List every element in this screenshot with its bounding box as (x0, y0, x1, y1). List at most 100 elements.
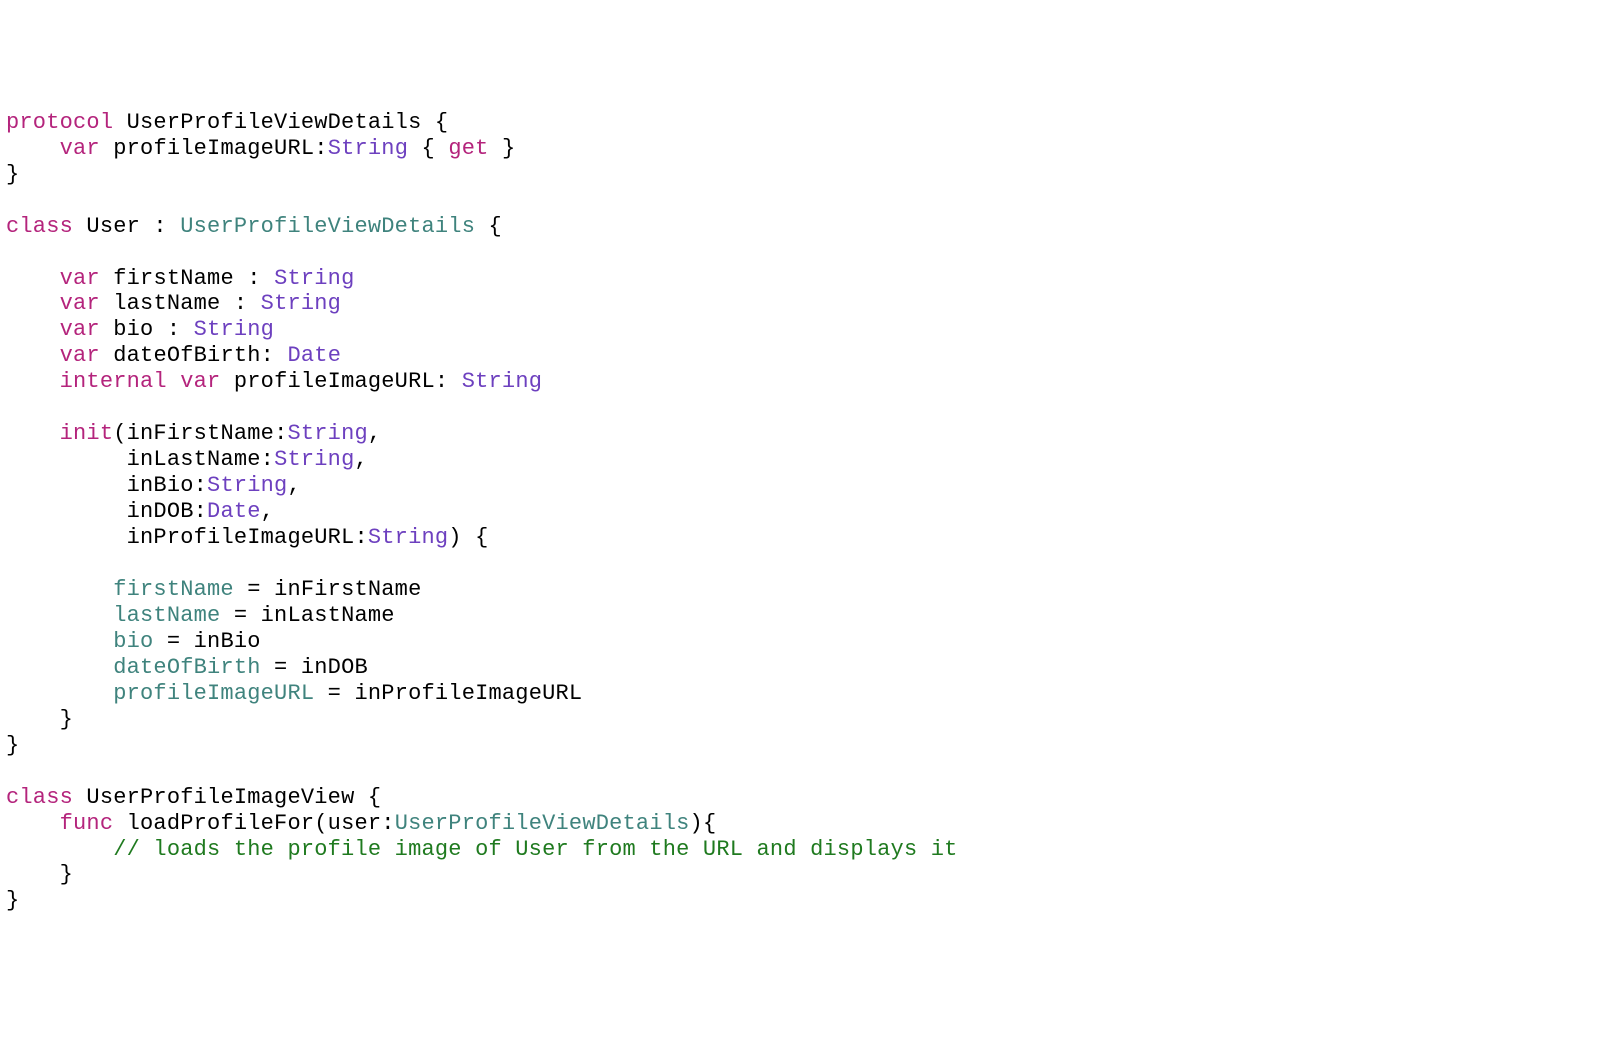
code-text (113, 110, 126, 135)
keyword: var (60, 343, 100, 368)
ident: firstName (113, 266, 234, 291)
code-text: , (287, 473, 300, 498)
code-text: { (421, 110, 448, 135)
ident: dateOfBirth (113, 343, 260, 368)
code-text: : (354, 525, 367, 550)
keyword: class (6, 785, 73, 810)
type-ref: Date (207, 499, 261, 524)
code-text: : (314, 136, 327, 161)
keyword: var (60, 136, 100, 161)
code-text: : (261, 343, 288, 368)
keyword: class (6, 214, 73, 239)
code-text: ( (113, 421, 126, 446)
code-text: , (368, 421, 381, 446)
keyword: var (180, 369, 220, 394)
code-text: ){ (690, 811, 717, 836)
keyword: var (60, 291, 100, 316)
comment: // loads the profile image of User from … (113, 837, 957, 862)
type-ref: UserProfileViewDetails (395, 811, 690, 836)
code-text (6, 136, 60, 161)
code-text: = (220, 603, 260, 628)
code-text (6, 317, 60, 342)
code-text: = (314, 681, 354, 706)
type-ref: String (287, 421, 367, 446)
type-ref: Date (287, 343, 341, 368)
code-text: = (234, 577, 274, 602)
code-text (6, 421, 60, 446)
ident: inFirstName (274, 577, 421, 602)
code-text (6, 473, 127, 498)
code-text (100, 136, 113, 161)
code-text: } (489, 136, 516, 161)
code-text: } (6, 733, 19, 758)
code-text: { (354, 785, 381, 810)
ident: profileImageURL (234, 369, 435, 394)
code-text (100, 291, 113, 316)
code-text: : (234, 266, 274, 291)
type-ref: String (274, 266, 354, 291)
code-text: } (6, 162, 19, 187)
ident: inDOB (127, 499, 194, 524)
ident: inProfileImageURL (354, 681, 582, 706)
keyword: get (448, 136, 488, 161)
code-text (6, 343, 60, 368)
code-text: : (220, 291, 260, 316)
code-text (6, 603, 113, 628)
code-text (6, 447, 127, 472)
keyword: var (60, 266, 100, 291)
code-text (100, 266, 113, 291)
code-text (167, 369, 180, 394)
code-text: = (153, 629, 193, 654)
ident: inProfileImageURL (127, 525, 355, 550)
type-ref: String (368, 525, 448, 550)
code-block: protocol UserProfileViewDetails { var pr… (6, 110, 1594, 915)
code-text: : (194, 473, 207, 498)
keyword: internal (60, 369, 167, 394)
code-text (6, 525, 127, 550)
code-text: } (6, 888, 19, 913)
code-text (6, 499, 127, 524)
keyword: func (60, 811, 114, 836)
keyword: init (60, 421, 114, 446)
ident: inLastName (127, 447, 261, 472)
member-ref: bio (113, 629, 153, 654)
code-text: : (274, 421, 287, 446)
code-text (6, 577, 113, 602)
type-decl: User (86, 214, 140, 239)
code-text (113, 811, 126, 836)
type-ref: UserProfileViewDetails (180, 214, 475, 239)
ident: lastName (113, 291, 220, 316)
code-text: { (475, 214, 502, 239)
code-text (100, 317, 113, 342)
code-text (6, 837, 113, 862)
code-text: ) { (448, 525, 488, 550)
keyword: protocol (6, 110, 113, 135)
ident: bio (113, 317, 153, 342)
code-text (6, 655, 113, 680)
code-text (73, 214, 86, 239)
member-ref: dateOfBirth (113, 655, 260, 680)
code-text: : (381, 811, 394, 836)
ident: inFirstName (127, 421, 274, 446)
ident: user (328, 811, 382, 836)
code-text: , (261, 499, 274, 524)
type-decl: UserProfileViewDetails (127, 110, 422, 135)
code-text (220, 369, 233, 394)
ident: inLastName (261, 603, 395, 628)
code-text: } (6, 707, 73, 732)
type-ref: String (207, 473, 287, 498)
code-text (73, 785, 86, 810)
type-ref: String (274, 447, 354, 472)
code-text (6, 369, 60, 394)
code-text (100, 343, 113, 368)
code-text: : (261, 447, 274, 472)
member-ref: lastName (113, 603, 220, 628)
ident: profileImageURL (113, 136, 314, 161)
code-text: : (435, 369, 462, 394)
code-text: } (6, 862, 73, 887)
code-text: = (261, 655, 301, 680)
code-text (6, 266, 60, 291)
member-ref: firstName (113, 577, 234, 602)
code-text (6, 681, 113, 706)
keyword: var (60, 317, 100, 342)
